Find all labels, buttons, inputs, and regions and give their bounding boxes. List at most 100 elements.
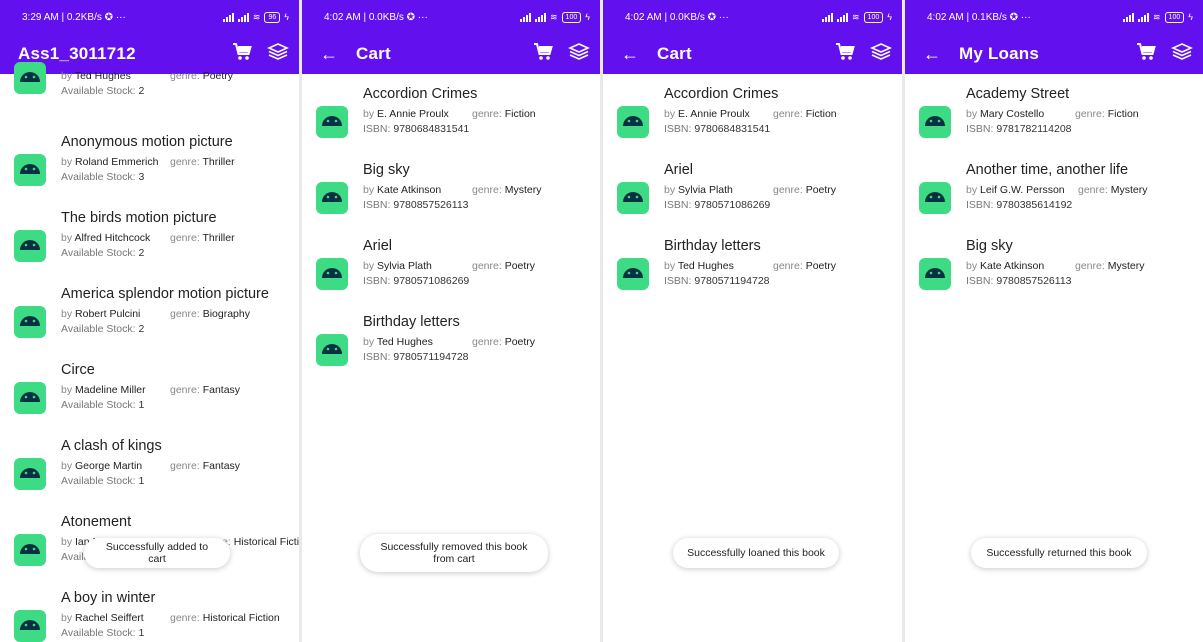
book-author: Madeline Miller — [75, 384, 146, 396]
book-genre: Fantasy — [202, 384, 241, 396]
signal-icon — [535, 12, 546, 22]
list-item[interactable]: Ariel by Sylvia Plath genre: Poetry ISBN:… — [603, 162, 902, 232]
book-author: Roland Emmerich — [75, 156, 159, 168]
android-icon — [14, 458, 46, 490]
arrow-back-icon[interactable]: ← — [320, 44, 356, 65]
status-time: 4:02 AM | 0.1KB/s ✪ ··· — [927, 11, 1031, 23]
layers-icon[interactable] — [870, 42, 892, 67]
layers-icon[interactable] — [1171, 42, 1193, 67]
book-title: Ariel — [664, 162, 694, 178]
book-isbn: 9780857526113 — [393, 199, 469, 211]
list-item[interactable]: Birthday letters by Ted Hughes genre: Poe… — [302, 314, 600, 384]
list-item[interactable]: Ariel by Sylvia Plath genre: Poetry ISBN:… — [302, 238, 600, 308]
book-stock: 2 — [138, 247, 145, 259]
toast-message: Successfully returned this book — [971, 538, 1147, 568]
book-genre: Historical Fiction — [233, 536, 299, 548]
screen-catalogue: 3:29 AM | 0.2KB/s ✪ ··· ≋ 96 ϟ Ass1_3011… — [0, 0, 299, 642]
android-icon — [14, 306, 46, 338]
book-title: Accordion Crimes — [363, 86, 478, 102]
book-author: Rachel Seiffert — [75, 612, 144, 624]
screen-cart-loaned: 4:02 AM | 0.0KB/s ✪ ··· ≋ 100 ϟ ← Cart A… — [603, 0, 902, 642]
battery-icon: 100 — [863, 11, 884, 23]
android-icon — [14, 610, 46, 642]
android-icon — [316, 334, 348, 366]
screen-my-loans: 4:02 AM | 0.1KB/s ✪ ··· ≋ 100 ϟ ← My Loa… — [905, 0, 1203, 642]
book-author: Sylvia Plath — [377, 260, 432, 272]
book-author: Ted Hughes — [74, 70, 131, 82]
book-title: Birthday letters — [363, 314, 460, 330]
book-title: Anonymous motion picture — [61, 134, 233, 150]
toast-message: Successfully removed this book from cart — [360, 534, 548, 572]
book-genre: Mystery — [1110, 184, 1148, 196]
layers-icon[interactable] — [568, 42, 590, 67]
app-toolbar: ← Cart — [603, 34, 902, 74]
android-icon — [617, 182, 649, 214]
book-genre: Poetry — [504, 336, 536, 348]
charging-icon: ϟ — [284, 12, 289, 22]
list-item[interactable]: Big sky by Kate Atkinson genre: Mystery I… — [905, 238, 1203, 308]
book-genre: Thriller — [202, 232, 235, 244]
book-author: E. Annie Proulx — [678, 108, 750, 120]
list-item[interactable]: Big sky by Kate Atkinson genre: Mystery I… — [302, 162, 600, 232]
book-genre: Poetry — [504, 260, 536, 272]
book-author: Kate Atkinson — [377, 184, 442, 196]
book-genre: Historical Fiction — [202, 612, 280, 624]
list-item[interactable]: Academy Street by Mary Costello genre: Fi… — [905, 86, 1203, 156]
list-item[interactable]: Accordion Crimes by E. Annie Proulx genre… — [302, 86, 600, 156]
status-bar: 4:02 AM | 0.1KB/s ✪ ··· ≋ 100 ϟ — [905, 0, 1203, 34]
arrow-back-icon[interactable]: ← — [923, 44, 959, 65]
book-stock: 1 — [138, 399, 145, 411]
wifi-icon: ≋ — [1153, 11, 1161, 22]
list-item[interactable]: The birds motion picture by Alfred Hitch… — [0, 210, 299, 280]
list-item[interactable]: Accordion Crimes by E. Annie Proulx genre… — [603, 86, 902, 156]
charging-icon: ϟ — [585, 12, 590, 22]
book-genre: Poetry — [805, 260, 837, 272]
list-item[interactable]: Anonymous motion picture by Roland Emmer… — [0, 134, 299, 204]
list-item[interactable]: A boy in winter by Rachel Seiffert genre:… — [0, 590, 299, 642]
book-author: Ted Hughes — [376, 336, 433, 348]
list-item[interactable]: A clash of kings by George Martin genre: … — [0, 438, 299, 508]
book-stock: 1 — [138, 475, 145, 487]
book-stock: 2 — [138, 85, 145, 97]
cart-icon[interactable] — [532, 42, 554, 67]
android-icon — [919, 106, 951, 138]
list-item[interactable]: Another time, another life by Leif G.W. … — [905, 162, 1203, 232]
book-author: Sylvia Plath — [678, 184, 733, 196]
book-title: Accordion Crimes — [664, 86, 779, 102]
book-genre: Mystery — [1107, 260, 1145, 272]
book-isbn: 9780571086269 — [393, 275, 470, 287]
book-title: Another time, another life — [966, 162, 1129, 178]
toolbar-title: My Loans — [959, 44, 1040, 63]
android-icon — [919, 182, 951, 214]
book-isbn: 9780571086269 — [694, 199, 771, 211]
book-author: Alfred Hitchcock — [74, 232, 151, 244]
book-isbn: 9780684831541 — [694, 123, 771, 135]
arrow-back-icon[interactable]: ← — [621, 44, 657, 65]
book-isbn: 9780571194728 — [694, 275, 770, 287]
book-genre: Fiction — [504, 108, 536, 120]
screenshot-composite: 3:29 AM | 0.2KB/s ✪ ··· ≋ 96 ϟ Ass1_3011… — [0, 0, 1203, 642]
list-item[interactable]: Circe by Madeline Miller genre: Fantasy A… — [0, 362, 299, 432]
android-icon — [316, 182, 348, 214]
signal-icon — [1138, 12, 1149, 22]
book-stock: 3 — [138, 171, 145, 183]
book-stock: 2 — [138, 323, 145, 335]
signal-icon — [222, 12, 234, 22]
book-isbn: 9780857526113 — [996, 275, 1072, 287]
signal-icon — [837, 12, 848, 22]
book-isbn: 9780385614192 — [996, 199, 1073, 211]
book-genre: Fiction — [1107, 108, 1139, 120]
battery-icon: 100 — [561, 11, 582, 23]
book-title: Big sky — [966, 238, 1013, 254]
list-item[interactable]: by Ted Hughes genre: Poetry Available Sto… — [0, 62, 299, 132]
cart-icon[interactable] — [834, 42, 856, 67]
list-item[interactable]: America splendor motion picture by Rober… — [0, 286, 299, 356]
status-time: 4:02 AM | 0.0KB/s ✪ ··· — [625, 11, 729, 23]
list-item[interactable]: Birthday letters by Ted Hughes genre: Poe… — [603, 238, 902, 308]
book-title: A clash of kings — [61, 438, 162, 454]
charging-icon: ϟ — [887, 12, 892, 22]
wifi-icon: ≋ — [252, 11, 261, 22]
cart-icon[interactable] — [1135, 42, 1157, 67]
toast-message: Successfully loaned this book — [673, 538, 839, 568]
book-stock: 1 — [138, 627, 145, 639]
